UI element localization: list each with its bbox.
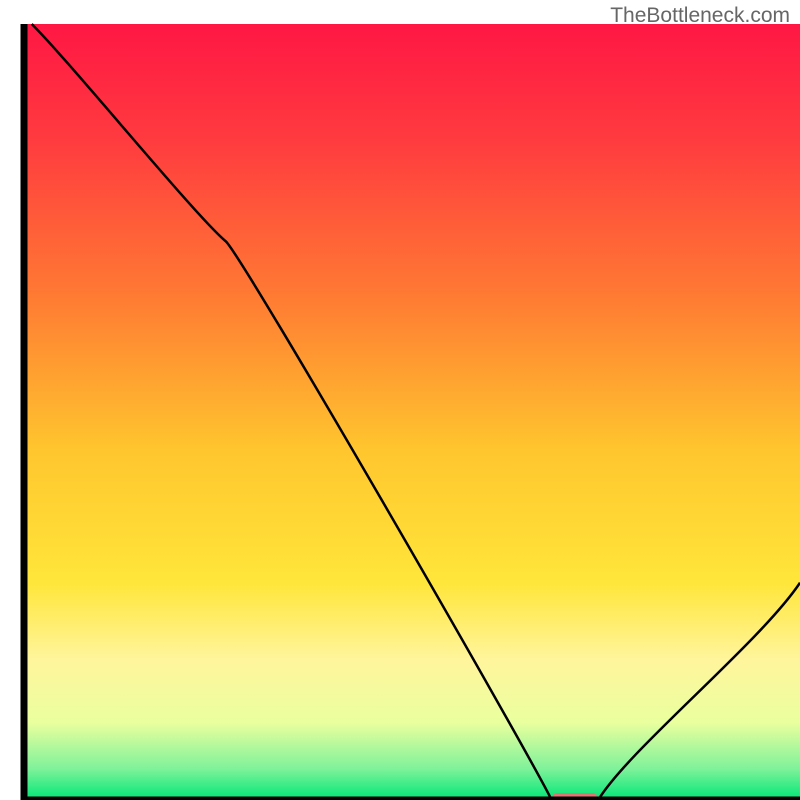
watermark: TheBottleneck.com	[610, 4, 790, 28]
chart-container: TheBottleneck.com	[0, 0, 800, 800]
plot-background	[24, 24, 800, 800]
bottleneck-chart	[0, 0, 800, 800]
